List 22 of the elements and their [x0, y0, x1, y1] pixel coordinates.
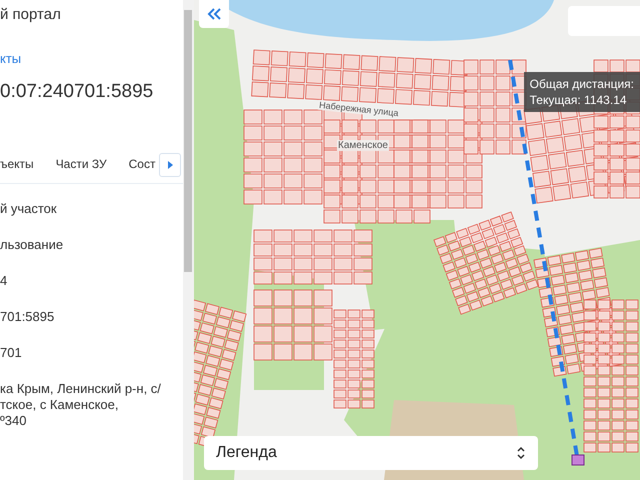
tooltip-text: Текущая: 1143.14	[530, 92, 628, 108]
caret-icon	[167, 161, 173, 169]
chevron-up-down-icon	[516, 446, 526, 460]
portal-title: й портал	[0, 5, 62, 25]
field-value: 4	[0, 273, 8, 290]
tab[interactable]: Части ЗУ	[56, 157, 107, 171]
tooltip-text: Общая дистанция:	[530, 76, 634, 92]
collapse-panel-button[interactable]	[199, 0, 229, 28]
legend-select[interactable]: Легенда	[204, 436, 538, 470]
breadcrumb-link[interactable]: кты	[0, 40, 183, 77]
field-value: 701:5895	[0, 309, 56, 326]
double-chevron-icon	[207, 8, 221, 20]
field-value: льзование	[0, 237, 64, 254]
tabs-scroll-button[interactable]	[159, 153, 181, 177]
field-value: й участок	[0, 201, 58, 218]
scrollbar-thumb[interactable]	[184, 10, 192, 272]
map-label: Каменское	[337, 140, 389, 151]
tab[interactable]: Сост	[128, 157, 156, 171]
tab[interactable]: ъекты	[0, 157, 34, 171]
cadastral-number: 0:07:240701:5895	[0, 80, 154, 104]
field-value: 701	[0, 345, 23, 362]
field-value: ка Крым, Ленинский р-н, с/ тское, с Каменское, º340	[0, 381, 162, 429]
